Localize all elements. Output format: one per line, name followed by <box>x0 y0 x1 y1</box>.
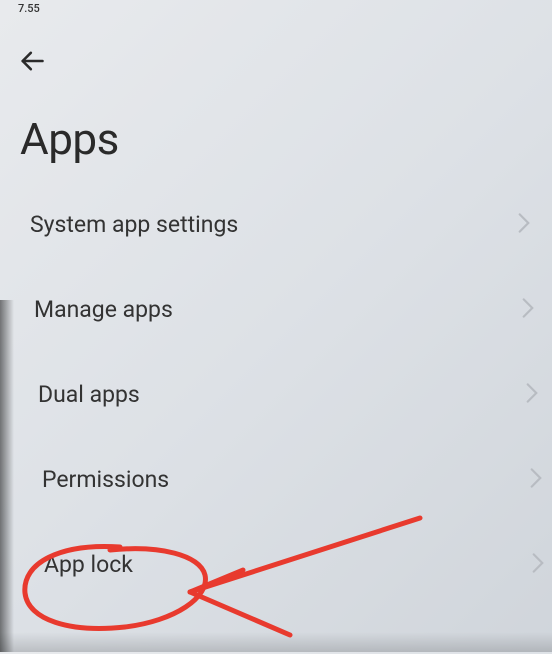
list-item-manage-apps[interactable]: Manage apps <box>6 268 552 351</box>
chevron-right-icon <box>518 213 530 237</box>
list-item-app-lock[interactable]: App lock <box>16 523 552 606</box>
list-item-dual-apps[interactable]: Dual apps <box>10 353 552 436</box>
item-label: Manage apps <box>34 296 173 323</box>
list-item-system-app-settings[interactable]: System app settings <box>2 183 552 266</box>
list-item-permissions[interactable]: Permissions <box>14 438 552 521</box>
page-title: Apps <box>0 85 552 183</box>
chevron-right-icon <box>526 383 538 407</box>
settings-list: System app settings Manage apps Dual app… <box>0 183 552 598</box>
chevron-right-icon <box>532 553 544 577</box>
chevron-right-icon <box>530 468 542 492</box>
header <box>0 17 552 85</box>
item-label: Dual apps <box>38 381 140 408</box>
back-arrow-icon <box>18 60 46 79</box>
chevron-right-icon <box>522 298 534 322</box>
back-button[interactable] <box>18 41 46 85</box>
photo-edge-shadow <box>0 300 14 652</box>
photo-bottom-shadow <box>0 632 552 652</box>
item-label: Permissions <box>42 466 169 493</box>
item-label: System app settings <box>30 211 238 238</box>
status-bar: 7.55 <box>0 0 552 17</box>
item-label: App lock <box>44 551 133 578</box>
status-time: 7.55 <box>18 2 40 15</box>
